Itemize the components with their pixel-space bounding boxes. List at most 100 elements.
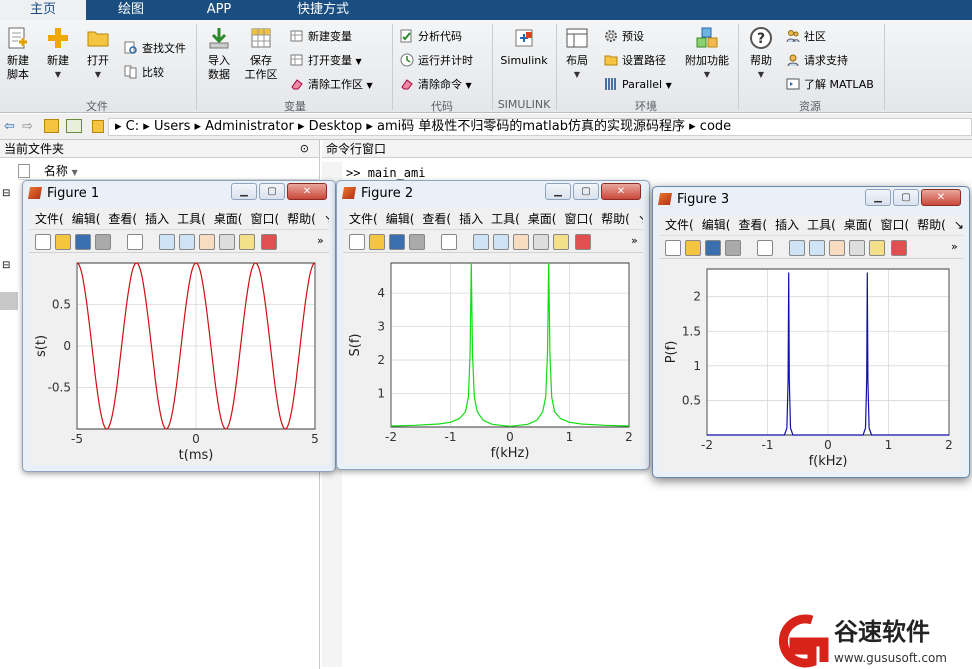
- minimize-button[interactable]: ▁: [231, 183, 257, 200]
- figure-menu-item[interactable]: 文件(: [349, 212, 378, 226]
- toolbar-overflow-icon[interactable]: »: [951, 240, 967, 256]
- figure-menu-item[interactable]: 查看(: [108, 212, 137, 226]
- zoom-out-icon[interactable]: [179, 234, 195, 250]
- rotate-icon[interactable]: [533, 234, 549, 250]
- preferences-button[interactable]: 预设: [604, 28, 644, 46]
- set-path-button[interactable]: 设置路径: [604, 52, 666, 70]
- rotate-icon[interactable]: [849, 240, 865, 256]
- tab-apps[interactable]: APP: [176, 0, 262, 20]
- zoom-in-icon[interactable]: [789, 240, 805, 256]
- figure-menu-item[interactable]: 插入: [145, 212, 169, 226]
- breadcrumb-item[interactable]: code: [700, 119, 731, 134]
- figure-menu-item[interactable]: 帮助(: [601, 212, 630, 226]
- figure-menu-item[interactable]: 桌面(: [214, 212, 243, 226]
- maximize-button[interactable]: ▢: [259, 183, 285, 200]
- import-data-button[interactable]: 导入 数据: [204, 26, 234, 82]
- new-variable-button[interactable]: 新建变量: [290, 28, 352, 46]
- zoom-out-icon[interactable]: [809, 240, 825, 256]
- column-header[interactable]: 名称 ▼: [18, 162, 318, 180]
- close-button[interactable]: ✕: [601, 183, 641, 200]
- new-button[interactable]: 新建 ▼: [44, 26, 72, 82]
- print-icon[interactable]: [725, 240, 741, 256]
- maximize-button[interactable]: ▢: [573, 183, 599, 200]
- figure-menu-item[interactable]: 插入: [775, 218, 799, 232]
- tree-toggle-icon[interactable]: ⊟: [2, 188, 10, 199]
- new-figure-icon[interactable]: [35, 234, 51, 250]
- figure-menu-item[interactable]: 编辑(: [72, 212, 101, 226]
- data-cursor-icon[interactable]: [869, 240, 885, 256]
- tab-home[interactable]: 主页: [0, 0, 86, 20]
- breadcrumb-item[interactable]: Desktop: [309, 119, 363, 134]
- pan-hand-icon[interactable]: [829, 240, 845, 256]
- request-support-button[interactable]: 请求支持: [786, 52, 848, 70]
- save-icon[interactable]: [75, 234, 91, 250]
- find-files-button[interactable]: 查找文件: [124, 40, 186, 58]
- tab-plots[interactable]: 绘图: [88, 0, 174, 20]
- pointer-icon[interactable]: [127, 234, 143, 250]
- print-icon[interactable]: [95, 234, 111, 250]
- pointer-icon[interactable]: [757, 240, 773, 256]
- plot-area[interactable]: -2 -1 0 1 2 1 2 3 4 f(kHz) S(f): [343, 253, 643, 463]
- maximize-button[interactable]: ▢: [893, 189, 919, 206]
- clear-commands-button[interactable]: 清除命令 ▼: [400, 76, 472, 94]
- brush-icon[interactable]: [261, 234, 277, 250]
- close-button[interactable]: ✕: [287, 183, 327, 200]
- browse-folder-icon[interactable]: [66, 119, 82, 133]
- clear-workspace-button[interactable]: 清除工作区 ▼: [290, 76, 373, 94]
- figure-menu-item[interactable]: 工具(: [807, 218, 836, 232]
- figure-menu-item[interactable]: 查看(: [738, 218, 767, 232]
- up-folder-icon[interactable]: [44, 119, 59, 133]
- zoom-out-icon[interactable]: [493, 234, 509, 250]
- figure-window-2[interactable]: Figure 2 ▁ ▢ ✕ 文件(编辑(查看(插入 工具(桌面(窗口(帮助(↘ » -2 -1…: [336, 180, 650, 470]
- figure-menu-item[interactable]: 文件(: [35, 212, 64, 226]
- toolbar-overflow-icon[interactable]: »: [631, 234, 647, 250]
- figure-menu-item[interactable]: 插入: [459, 212, 483, 226]
- panel-menu-icon[interactable]: ⊙: [300, 140, 309, 158]
- rotate-icon[interactable]: [219, 234, 235, 250]
- learn-matlab-button[interactable]: 了解 MATLAB: [786, 76, 874, 94]
- pointer-icon[interactable]: [441, 234, 457, 250]
- new-figure-icon[interactable]: [665, 240, 681, 256]
- open-variable-button[interactable]: 打开变量 ▼: [290, 52, 362, 70]
- open-button[interactable]: 打开 ▼: [84, 26, 112, 82]
- add-ons-button[interactable]: 附加功能 ▼: [682, 26, 732, 82]
- breadcrumb-item[interactable]: ami码 单极性不归零码的matlab仿真的实现源码程序: [377, 119, 685, 134]
- menubar-overflow-icon[interactable]: ↘: [954, 218, 963, 232]
- save-icon[interactable]: [389, 234, 405, 250]
- figure-menu-item[interactable]: 工具(: [491, 212, 520, 226]
- back-arrow-icon[interactable]: ⇦: [4, 119, 15, 134]
- minimize-button[interactable]: ▁: [865, 189, 891, 206]
- figure-menu-item[interactable]: 桌面(: [528, 212, 557, 226]
- help-button[interactable]: ? 帮助 ▼: [744, 26, 778, 82]
- figure-menu-item[interactable]: 窗口(: [250, 212, 279, 226]
- save-icon[interactable]: [705, 240, 721, 256]
- save-workspace-button[interactable]: 保存 工作区: [244, 26, 278, 82]
- community-button[interactable]: 社区: [786, 28, 826, 46]
- tree-toggle-icon[interactable]: ⊟: [2, 260, 10, 271]
- menubar-overflow-icon[interactable]: ↘: [638, 212, 643, 226]
- print-icon[interactable]: [409, 234, 425, 250]
- breadcrumb-item[interactable]: Users: [154, 119, 190, 134]
- zoom-in-icon[interactable]: [473, 234, 489, 250]
- zoom-in-icon[interactable]: [159, 234, 175, 250]
- run-and-time-button[interactable]: 运行并计时: [400, 52, 473, 70]
- analyze-code-button[interactable]: 分析代码: [400, 28, 462, 46]
- figure-menu-item[interactable]: 桌面(: [844, 218, 873, 232]
- selected-row[interactable]: [0, 292, 18, 310]
- figure-menu-item[interactable]: 帮助(: [917, 218, 946, 232]
- open-file-icon[interactable]: [55, 234, 71, 250]
- breadcrumb[interactable]: ▸ C: ▸ Users ▸ Administrator ▸ Desktop ▸…: [108, 118, 972, 136]
- data-cursor-icon[interactable]: [553, 234, 569, 250]
- brush-icon[interactable]: [891, 240, 907, 256]
- figure-window-1[interactable]: Figure 1 ▁ ▢ ✕ 文件(编辑(查看(插入 工具(桌面(窗口(帮助(↘ » -5 0 5…: [22, 180, 336, 472]
- new-script-button[interactable]: 新建 脚本: [4, 26, 32, 82]
- pan-hand-icon[interactable]: [513, 234, 529, 250]
- data-cursor-icon[interactable]: [239, 234, 255, 250]
- layout-button[interactable]: 布局 ▼: [562, 26, 592, 82]
- forward-arrow-icon[interactable]: ⇨: [22, 119, 33, 134]
- simulink-button[interactable]: Simulink: [498, 26, 550, 68]
- close-button[interactable]: ✕: [921, 189, 961, 206]
- minimize-button[interactable]: ▁: [545, 183, 571, 200]
- compare-button[interactable]: 比较: [124, 64, 164, 82]
- figure-window-3[interactable]: Figure 3 ▁ ▢ ✕ 文件(编辑(查看(插入 工具(桌面(窗口(帮助(↘ » -2 -1…: [652, 186, 970, 478]
